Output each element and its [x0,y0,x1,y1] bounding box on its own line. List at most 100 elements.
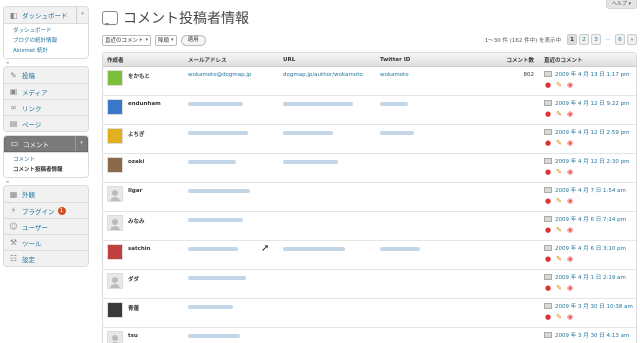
twitter-link[interactable] [380,299,470,304]
help-button[interactable]: ヘルプ ▾ [605,0,637,9]
page-link-3[interactable]: 3 [591,34,601,45]
avatar [107,331,123,343]
email-link[interactable]: wokamoto@dogmap.jp [188,67,283,78]
menu-tools[interactable]: ⚒ ツール [4,234,88,250]
last-comment-date[interactable]: 2009 年 4 月 12 日 2:59 pm [555,128,629,136]
page-link-1[interactable]: 1 [567,34,577,45]
last-comment-date[interactable]: 2009 年 3 月 30 日 10:38 am [555,302,633,310]
col-email[interactable]: メールアドレス [188,56,283,64]
media-icon: ▣ [9,87,18,96]
col-twitter[interactable]: Twitter ID [380,57,470,63]
redacted-email [188,334,240,338]
last-comment-date[interactable]: 2009 年 4 月 13 日 1:17 pm [555,70,629,78]
sort-select[interactable]: 直近のコメント ▾ [102,34,152,46]
flag-icon[interactable]: ● [544,255,552,263]
last-comment-date[interactable]: 2009 年 4 月 6 日 3:10 pm [555,244,626,252]
email-link[interactable] [188,183,283,188]
url-link[interactable] [283,241,380,246]
col-last-comment[interactable]: 直近のコメント [540,56,636,64]
twitter-link[interactable] [380,212,470,217]
avatar [107,215,123,231]
last-comment-date[interactable]: 2009 年 3 月 30 日 4:13 am [555,331,629,339]
url-link[interactable] [283,299,380,304]
flag-icon[interactable]: ● [544,81,552,89]
twitter-link[interactable] [380,96,470,101]
email-link[interactable] [188,125,283,130]
col-count[interactable]: コメント数 [470,56,540,64]
submenu-akismet[interactable]: Akismet 統計 [4,46,88,56]
menu-appearance[interactable]: ▦ 外観 [4,186,88,202]
col-author[interactable]: 作成者 [103,56,188,64]
email-link[interactable] [188,270,283,275]
edit-icon[interactable]: ✎ [555,284,563,292]
menu-plugins[interactable]: ⚡ プラグイン 1 [4,202,88,218]
page-link-2[interactable]: 2 [579,34,589,45]
url-link[interactable] [283,154,380,159]
submenu-comments[interactable]: コメント [4,155,88,165]
flag-icon[interactable]: ● [544,110,552,118]
edit-icon[interactable]: ✎ [555,110,563,118]
flag-icon[interactable]: ● [544,284,552,292]
url-link[interactable]: dogmap.jp/author/wokamoto [283,67,380,78]
last-comment-date[interactable]: 2009 年 4 月 12 日 2:30 pm [555,157,629,165]
author-name: tsu [128,333,138,339]
menu-media[interactable]: ▣ メディア [4,83,88,99]
menu-pages[interactable]: ▤ ページ [4,115,88,131]
url-link[interactable] [283,96,380,101]
twitter-link[interactable] [380,154,470,159]
edit-icon[interactable]: ✎ [555,313,563,321]
url-link[interactable] [283,212,380,217]
redacted-url [283,131,333,135]
submenu-blog-stats[interactable]: ブログの統計情報 [4,36,88,46]
flag-icon[interactable]: ● [544,197,552,205]
url-link[interactable] [283,328,380,333]
submenu-commenter-info[interactable]: コメント投稿者情報 [4,165,88,175]
twitter-link[interactable] [380,183,470,188]
menu-toggle-icon[interactable]: ▾ [76,7,88,23]
edit-icon[interactable]: ✎ [555,197,563,205]
col-url[interactable]: URL [283,57,380,63]
url-link[interactable] [283,125,380,130]
edit-icon[interactable]: ✎ [555,226,563,234]
menu-comments[interactable]: ▭ コメント ▾ [4,136,88,152]
edit-icon[interactable]: ✎ [555,255,563,263]
url-link[interactable] [283,270,380,275]
chevron-down-icon: ▾ [145,37,149,43]
menu-dashboard[interactable]: ◧ ダッシュボード ▾ [4,7,88,23]
email-link[interactable] [188,154,283,159]
flag-icon[interactable]: ● [544,226,552,234]
comment-count [470,241,534,246]
last-comment-date[interactable]: 2009 年 4 月 1 日 2:19 am [555,273,626,281]
redacted-url [283,247,345,251]
email-link[interactable] [188,328,283,333]
edit-icon[interactable]: ✎ [555,139,563,147]
page-link-6[interactable]: 6 [615,34,625,45]
flag-icon[interactable]: ● [544,168,552,176]
email-link[interactable] [188,299,283,304]
twitter-link[interactable] [380,125,470,130]
twitter-link[interactable]: wokamoto [380,67,470,78]
twitter-link[interactable] [380,270,470,275]
twitter-link[interactable] [380,328,470,333]
flag-icon[interactable]: ● [544,139,552,147]
submenu-dashboard[interactable]: ダッシュボード [4,26,88,36]
apply-button[interactable]: 適用 [180,34,206,46]
last-comment-date[interactable]: 2009 年 4 月 12 日 9:22 pm [555,99,629,107]
order-select[interactable]: 降順 ▾ [155,34,177,46]
url-link[interactable] [283,183,380,188]
edit-icon[interactable]: ✎ [555,81,563,89]
edit-icon[interactable]: ✎ [555,168,563,176]
next-page-link[interactable]: » [627,34,637,45]
email-link[interactable] [188,96,283,101]
menu-links[interactable]: ∞ リンク [4,99,88,115]
last-comment-date[interactable]: 2009 年 4 月 7 日 1:54 am [555,186,626,194]
menu-toggle-icon[interactable]: ▾ [75,136,87,151]
redacted-twitter [380,102,408,106]
menu-settings[interactable]: ☷ 設定 [4,250,88,266]
email-link[interactable] [188,212,283,217]
flag-icon[interactable]: ● [544,313,552,321]
menu-posts[interactable]: ✎ 投稿 [4,67,88,83]
last-comment-date[interactable]: 2009 年 4 月 6 日 7:14 pm [555,215,626,223]
menu-users[interactable]: ☺ ユーザー [4,218,88,234]
twitter-link[interactable] [380,241,470,246]
